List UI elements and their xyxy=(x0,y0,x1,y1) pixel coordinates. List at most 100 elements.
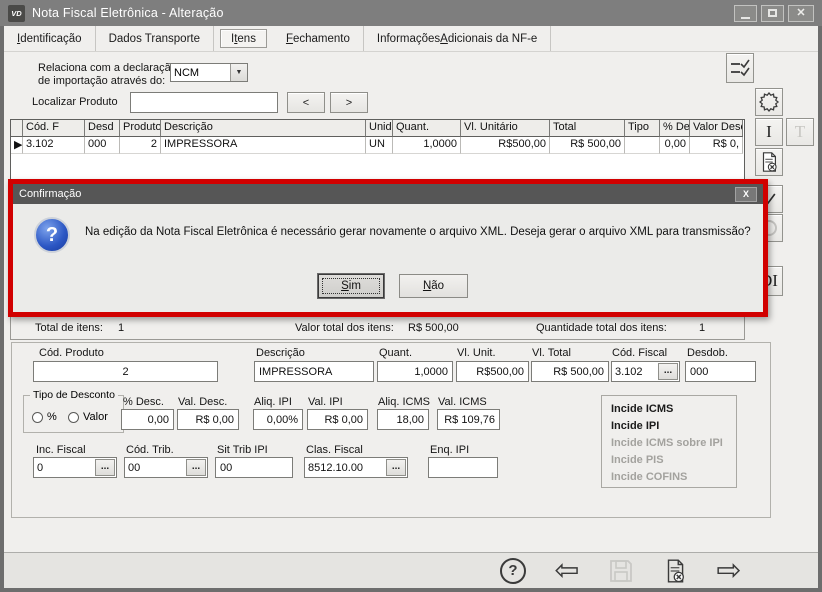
close-button[interactable]: ✕ xyxy=(788,5,814,22)
inc-fiscal-field: ... xyxy=(33,457,117,478)
vl-total-input[interactable] xyxy=(531,361,609,382)
italic-button[interactable]: I xyxy=(755,118,783,146)
tab-identificacao[interactable]: Identificação xyxy=(4,26,96,51)
val-icms-label: Val. ICMS xyxy=(438,396,487,408)
aliq-ipi-label: Aliq. IPI xyxy=(254,396,292,408)
previous-record-button[interactable]: ⇦ xyxy=(550,554,584,588)
grid-header-total[interactable]: Total xyxy=(550,120,625,137)
aliq-icms-input[interactable] xyxy=(377,409,429,430)
descricao-input[interactable] xyxy=(254,361,374,382)
val-desc-label: Val. Desc. xyxy=(178,396,227,408)
cod-fiscal-input[interactable] xyxy=(612,362,657,381)
help-button[interactable]: ? xyxy=(496,554,530,588)
dialog-titlebar[interactable]: Confirmação X xyxy=(13,184,763,204)
cod-trib-browse-button[interactable]: ... xyxy=(186,459,206,476)
tipo-desconto-legend: Tipo de Desconto xyxy=(30,389,118,401)
grid-header-row: Cód. F Desd Produto Descrição Unid Quant… xyxy=(11,120,744,137)
radio-valor[interactable]: Valor xyxy=(68,411,108,423)
val-desc-input[interactable] xyxy=(177,409,239,430)
incide-icms-sobre-ipi-flag: Incide ICMS sobre IPI xyxy=(611,435,736,452)
val-ipi-label: Val. IPI xyxy=(308,396,343,408)
total-value-value: R$ 500,00 xyxy=(408,322,459,334)
clas-fiscal-input[interactable] xyxy=(305,458,385,477)
grid-header-quant[interactable]: Quant. xyxy=(393,120,461,137)
dialog-close-button[interactable]: X xyxy=(735,187,757,202)
grid-header-cod-fiscal[interactable]: Cód. F xyxy=(23,120,85,137)
clas-fiscal-browse-button[interactable]: ... xyxy=(386,459,406,476)
grid-header-perc-desc[interactable]: % De xyxy=(660,120,690,137)
desdob-input[interactable] xyxy=(685,361,756,382)
tab-fechamento[interactable]: Fechamento xyxy=(273,26,364,51)
tab-dados-transporte[interactable]: Dados Transporte xyxy=(96,26,214,51)
tab-itens[interactable]: Itens xyxy=(220,29,267,48)
total-items-value: 1 xyxy=(118,322,124,334)
cancel-invoice-button[interactable] xyxy=(658,554,692,588)
chevron-down-icon[interactable]: ▼ xyxy=(230,64,247,81)
cancel-document-button[interactable] xyxy=(755,148,783,176)
clas-fiscal-label: Clas. Fiscal xyxy=(306,444,363,456)
grid-header-marker xyxy=(11,120,23,137)
grid-header-descricao[interactable]: Descrição xyxy=(161,120,366,137)
dialog-title: Confirmação xyxy=(19,188,735,200)
enq-ipi-input[interactable] xyxy=(428,457,498,478)
seal-button[interactable] xyxy=(755,88,783,116)
no-button[interactable]: Não xyxy=(399,274,468,298)
window-frame-right xyxy=(818,26,822,592)
minimize-button[interactable] xyxy=(734,5,757,22)
cell-quant: 1,0000 xyxy=(393,137,461,154)
val-ipi-input[interactable] xyxy=(307,409,368,430)
grid-header-desd[interactable]: Desd xyxy=(85,120,120,137)
cell-desd: 000 xyxy=(85,137,120,154)
yes-button[interactable]: Sim xyxy=(318,274,384,298)
cod-fiscal-browse-button[interactable]: ... xyxy=(658,363,678,380)
quant-input[interactable] xyxy=(377,361,453,382)
locate-product-label: Localizar Produto xyxy=(32,96,118,108)
window-title: Nota Fiscal Eletrônica - Alteração xyxy=(32,6,224,20)
vl-unit-input[interactable] xyxy=(456,361,529,382)
val-icms-input[interactable] xyxy=(437,409,500,430)
enq-ipi-label: Enq. IPI xyxy=(430,444,469,456)
maximize-icon xyxy=(768,9,777,17)
text-icon: T xyxy=(795,122,805,142)
grid-header-unid[interactable]: Unid xyxy=(366,120,393,137)
grid-header-vl-unitario[interactable]: Vl. Unitário xyxy=(461,120,550,137)
italic-icon: I xyxy=(766,122,772,142)
next-item-button[interactable]: > xyxy=(330,92,368,113)
item-detail-panel: Cód. Produto Descrição Quant. Vl. Unit. … xyxy=(11,342,771,518)
aliq-ipi-input[interactable] xyxy=(253,409,303,430)
inc-fiscal-input[interactable] xyxy=(34,458,94,477)
cod-produto-input[interactable] xyxy=(33,361,218,382)
titlebar[interactable]: VD Nota Fiscal Eletrônica - Alteração ✕ xyxy=(0,0,822,26)
import-declaration-label-line1: Relaciona com a declaração xyxy=(38,62,177,74)
perc-desc-label: % Desc. xyxy=(123,396,164,408)
incide-pis-flag: Incide PIS xyxy=(611,452,736,469)
total-items-label: Total de itens: xyxy=(35,322,103,334)
import-declaration-label-line2: de importação através do: xyxy=(38,75,165,87)
tab-informacoes-adicionais[interactable]: Informações Adicionais da NF-e xyxy=(364,26,551,51)
perc-desc-input[interactable] xyxy=(121,409,174,430)
inc-fiscal-browse-button[interactable]: ... xyxy=(95,459,115,476)
cod-fiscal-field: ... xyxy=(611,361,680,382)
locate-product-input[interactable] xyxy=(130,92,278,113)
close-icon: ✕ xyxy=(796,8,805,19)
sit-trib-ipi-input[interactable] xyxy=(215,457,293,478)
import-relation-combobox[interactable]: NCM ▼ xyxy=(170,63,248,82)
vl-total-label: Vl. Total xyxy=(532,347,571,359)
previous-item-button[interactable]: < xyxy=(287,92,325,113)
arrow-right-icon: ⇨ xyxy=(716,556,741,586)
incide-ipi-flag: Incide IPI xyxy=(611,418,736,435)
radio-icon xyxy=(32,412,43,423)
table-row[interactable]: ▶ 3.102 000 2 IMPRESSORA UN 1,0000 R$500… xyxy=(11,137,744,154)
cod-trib-input[interactable] xyxy=(125,458,185,477)
seal-star-icon xyxy=(757,90,781,114)
quant-label: Quant. xyxy=(379,347,412,359)
grid-header-tipo[interactable]: Tipo xyxy=(625,120,660,137)
incide-cofins-flag: Incide COFINS xyxy=(611,469,736,486)
maximize-button[interactable] xyxy=(761,5,784,22)
grid-header-produto[interactable]: Produto xyxy=(120,120,161,137)
check-items-button[interactable] xyxy=(726,53,754,83)
total-qty-value: 1 xyxy=(699,322,705,334)
next-record-button[interactable]: ⇨ xyxy=(712,554,746,588)
grid-header-valor-desc[interactable]: Valor Desc xyxy=(690,120,743,137)
radio-percent[interactable]: % xyxy=(32,411,57,423)
